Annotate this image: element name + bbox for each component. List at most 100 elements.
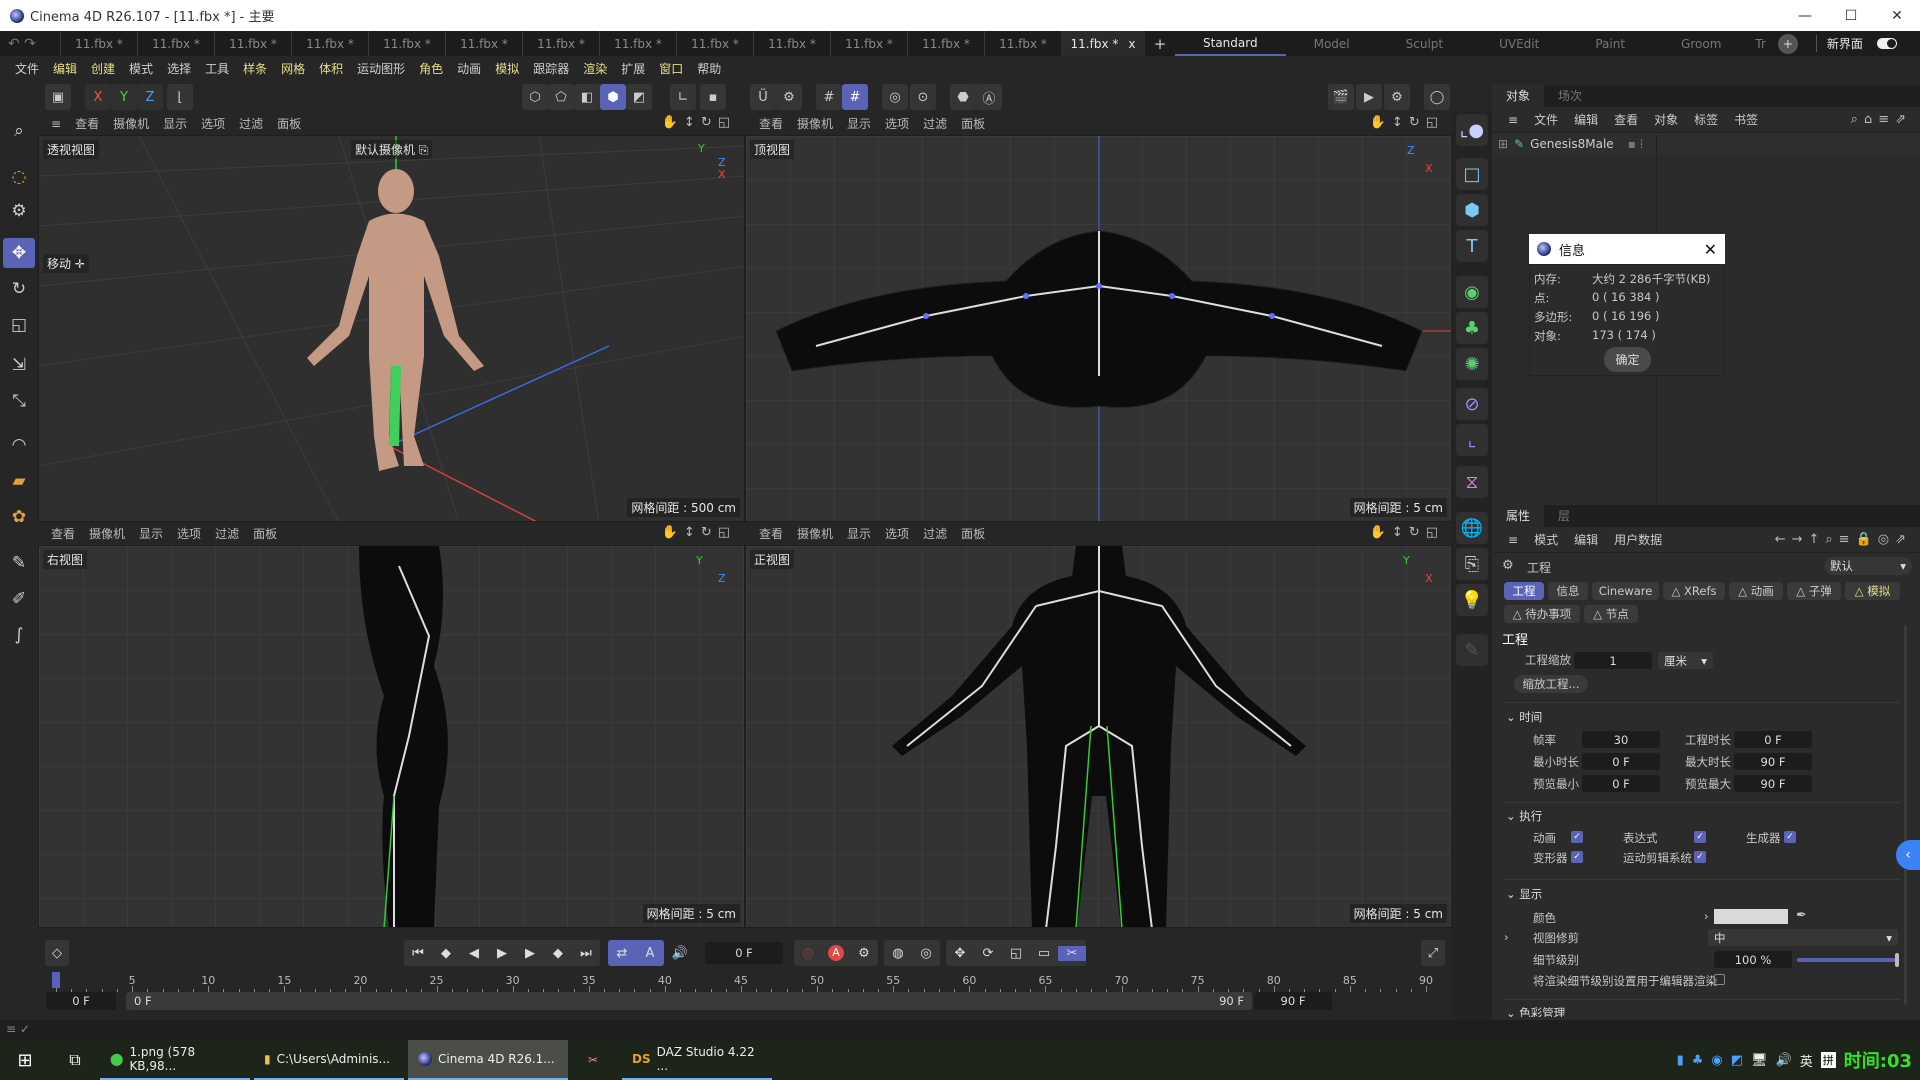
maximize-button[interactable]: ☐ (1828, 0, 1874, 31)
am-menu-userdata[interactable]: 用户数据 (1606, 531, 1670, 548)
vp-menu-options[interactable]: 选项 (194, 115, 232, 132)
brush-icon[interactable]: ✎ (3, 548, 35, 578)
chip-todo[interactable]: △ 待办事项 (1504, 605, 1580, 623)
volume-icon[interactable]: ⧖ (1456, 466, 1488, 498)
am-menu-mode[interactable]: 模式 (1526, 531, 1566, 548)
menu-tracker[interactable]: 跟踪器 (526, 60, 576, 77)
sound-icon[interactable]: 🔊 (666, 940, 694, 966)
fps-field[interactable]: 30 (1582, 731, 1660, 748)
menu-spline[interactable]: 样条 (236, 60, 274, 77)
minimize-button[interactable]: — (1782, 0, 1828, 31)
workplane-grid-icon[interactable]: # (842, 84, 868, 110)
menu-character[interactable]: 角色 (412, 60, 450, 77)
vp-menu-display[interactable]: 显示 (840, 525, 878, 542)
field-icon[interactable]: ⌞ (1456, 424, 1488, 456)
chip-nodes[interactable]: △ 节点 (1584, 605, 1638, 623)
execute-motion-system-checkbox[interactable]: ✓ (1694, 851, 1706, 863)
key-rotate-icon[interactable]: ⟳ (974, 946, 1002, 961)
locked-workplane-icon[interactable]: ▪ (700, 84, 726, 110)
close-button[interactable]: ✕ (1874, 0, 1920, 31)
doc-tab[interactable]: 11.fbx * (60, 31, 137, 56)
render-settings-icon[interactable]: ⚙ (1384, 84, 1410, 110)
doc-tab[interactable]: 11.fbx * (445, 31, 522, 56)
null-object-icon[interactable]: ⌞● (1456, 114, 1488, 146)
viewport-perspective[interactable]: 透视视图 默认摄像机 ⎘ 移动 ✛ 网格间距 : 500 cm Y Z X (38, 135, 745, 522)
viewport-navigation-icons[interactable]: ✋↕↻◱ (1370, 115, 1444, 130)
key-scale-icon[interactable]: ◱ (1002, 946, 1030, 961)
side-collapse-button[interactable]: ‹ (1896, 840, 1920, 870)
vp-menu-view[interactable]: 查看 (44, 525, 82, 542)
next-frame-icon[interactable]: ▶ (516, 946, 544, 961)
vp-menu-panel[interactable]: 面板 (954, 115, 992, 132)
new-interface-toggle[interactable] (1876, 38, 1897, 49)
camera-object-icon[interactable]: ⎘ (1456, 548, 1488, 580)
taskbar-item-cinema4d[interactable]: Cinema 4D R26.1... (408, 1040, 568, 1080)
spline-rectangle-icon[interactable]: □ (1456, 158, 1488, 190)
tweak-tool-icon[interactable]: ⚙ (3, 196, 35, 226)
scale-axis-icon[interactable]: ⤡ (3, 386, 35, 416)
vp-menu-filter[interactable]: 过滤 (916, 115, 954, 132)
key-pla-icon[interactable]: ✂ (1058, 945, 1086, 961)
tray-app-icon[interactable]: ▮ (1677, 1053, 1684, 1068)
chip-xrefs[interactable]: △ XRefs (1663, 582, 1725, 600)
volume-icon[interactable]: 🔊 (1776, 1053, 1792, 1068)
texture-mode-icon[interactable]: ◩ (626, 84, 652, 110)
windows-start-icon[interactable]: ⊞ (0, 1050, 50, 1071)
vp-menu-view[interactable]: 查看 (68, 115, 106, 132)
camera-label[interactable]: 默认摄像机 ⎘ (351, 140, 433, 159)
om-menu-object[interactable]: 对象 (1646, 111, 1686, 128)
move-tool-icon[interactable]: ✥ (3, 238, 35, 268)
chevron-right-icon[interactable]: › (1504, 930, 1509, 944)
menu-simulate[interactable]: 模拟 (488, 60, 526, 77)
execute-deformers-checkbox[interactable]: ✓ (1571, 851, 1583, 863)
taskbar-item-image-viewer[interactable]: ⬤ 1.png (578 KB,98... (100, 1040, 250, 1080)
sketch-icon[interactable]: ✎ (1456, 634, 1488, 666)
chevron-right-icon[interactable]: › (1704, 909, 1709, 923)
redshift-icon[interactable]: ◯ (1424, 84, 1450, 110)
go-to-end-icon[interactable]: ⏭ (572, 946, 600, 961)
render-lod-checkbox[interactable] (1714, 974, 1725, 985)
lod-field[interactable]: 100 % (1714, 951, 1792, 968)
prev-key-icon[interactable]: ◆ (432, 946, 460, 961)
text-icon[interactable]: T (1456, 230, 1488, 262)
loop-icon[interactable]: ⇄ (608, 946, 636, 961)
vp-menu-options[interactable]: 选项 (878, 525, 916, 542)
render-view-icon[interactable]: 🎬 (1328, 84, 1354, 110)
expand-icon[interactable]: ⊞ (1498, 137, 1508, 151)
menu-render[interactable]: 渲染 (576, 60, 614, 77)
panel-menu-icon[interactable]: ≡ (1500, 113, 1526, 127)
doc-tab[interactable]: 11.fbx * (214, 31, 291, 56)
layout-model[interactable]: Model (1286, 31, 1378, 56)
end-frame-field[interactable]: 90 F (1254, 992, 1332, 1010)
material-icon[interactable]: ✿ (3, 502, 35, 532)
vp-menu-filter[interactable]: 过滤 (208, 525, 246, 542)
render-to-picture-viewer-icon[interactable]: ▶ (1356, 84, 1382, 110)
selection-tool-icon[interactable]: ◌ (3, 162, 35, 192)
move-axis-icon[interactable]: ⇲ (3, 350, 35, 380)
menu-window[interactable]: 窗口 (652, 60, 690, 77)
vp-menu-options[interactable]: 选项 (170, 525, 208, 542)
om-menu-edit[interactable]: 编辑 (1566, 111, 1606, 128)
preset-dropdown[interactable]: 默认 ▾ (1824, 557, 1912, 575)
vp-menu-view[interactable]: 查看 (752, 525, 790, 542)
key-move-icon[interactable]: ✥ (946, 946, 974, 961)
vp-menu-cameras[interactable]: 摄像机 (106, 115, 156, 132)
section-execute[interactable]: ⌄ 执行 (1506, 808, 1542, 824)
doc-tab[interactable]: 11.fbx * (676, 31, 753, 56)
cube-icon[interactable]: ⬢ (1456, 194, 1488, 226)
doc-tab[interactable]: 11.fbx * (984, 31, 1061, 56)
tab-layers[interactable]: 层 (1544, 504, 1584, 527)
tray-tencent-icon[interactable]: ◩ (1731, 1053, 1743, 1068)
vp-menu-filter[interactable]: 过滤 (232, 115, 270, 132)
om-menu-file[interactable]: 文件 (1526, 111, 1566, 128)
execute-generators-checkbox[interactable]: ✓ (1784, 831, 1796, 843)
current-frame-field[interactable]: 0 F (705, 942, 783, 964)
playback-rate-icon[interactable]: A (636, 946, 664, 961)
vp-menu-display[interactable]: 显示 (840, 115, 878, 132)
layout-more[interactable]: Tr (1749, 31, 1772, 56)
scale-field[interactable]: 1 (1574, 652, 1652, 669)
viewport-navigation-icons[interactable]: ✋↕↻◱ (662, 525, 736, 540)
sculpt-icon[interactable]: ✐ (3, 584, 35, 614)
chip-animation[interactable]: △ 动画 (1729, 582, 1783, 600)
viewport-navigation-icons[interactable]: ✋↕↻◱ (662, 115, 736, 130)
